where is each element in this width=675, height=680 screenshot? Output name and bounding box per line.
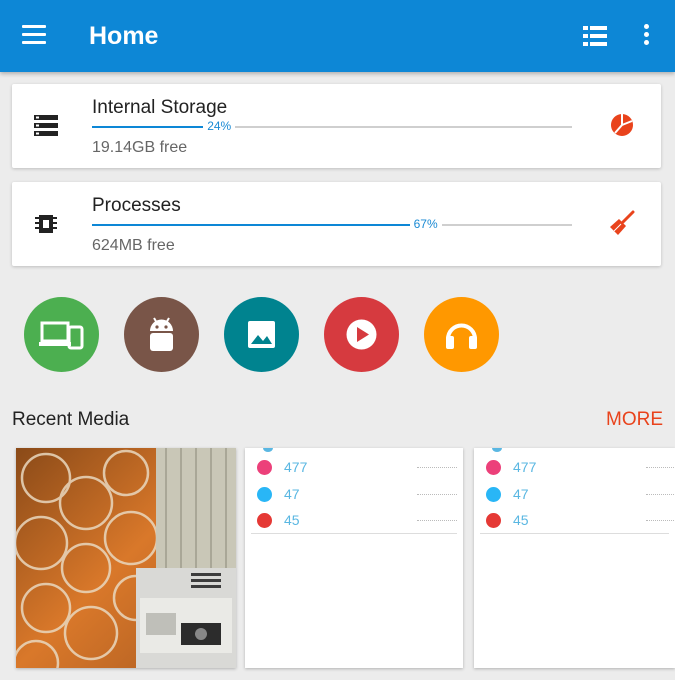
- devices-shortcut[interactable]: [24, 297, 99, 372]
- stat-value: 477: [284, 459, 308, 475]
- list-view-icon[interactable]: [583, 26, 607, 46]
- storage-label: Internal Storage: [92, 97, 228, 118]
- devices-icon: [39, 321, 84, 350]
- audio-shortcut[interactable]: [424, 297, 499, 372]
- android-icon: [150, 317, 173, 351]
- stat-value: 45: [284, 512, 300, 528]
- hamburger-menu-icon[interactable]: [22, 25, 48, 47]
- red-badge-icon: [486, 513, 501, 528]
- cpu-chip-icon: [35, 215, 57, 233]
- app-bar: Home: [0, 0, 675, 72]
- clean-broom-icon[interactable]: [609, 210, 635, 236]
- stat-value: 47: [513, 486, 529, 502]
- home-badge-icon: [257, 487, 272, 502]
- more-link[interactable]: MORE: [606, 409, 663, 431]
- video-play-icon: [346, 319, 377, 350]
- pie-chart-icon[interactable]: [609, 112, 635, 138]
- processes-card[interactable]: Processes 67% 624MB free: [12, 182, 661, 266]
- pink-badge-icon: [257, 460, 272, 475]
- image-icon: [248, 321, 275, 348]
- storage-free: 19.14GB free: [92, 139, 188, 156]
- stat-value: 47: [284, 486, 300, 502]
- more-vert-icon[interactable]: [640, 24, 652, 50]
- recent-media-card[interactable]: 477 47 45: [245, 448, 463, 668]
- processes-progress-bar: 67%: [92, 216, 572, 232]
- red-badge-icon: [257, 513, 272, 528]
- recent-media-card[interactable]: 477 47 45: [474, 448, 675, 668]
- home-badge-icon: [486, 487, 501, 502]
- recent-photo-thumbnail[interactable]: [16, 448, 236, 668]
- android-shortcut[interactable]: [124, 297, 199, 372]
- storage-percent: 24%: [203, 118, 236, 134]
- recent-media-title: Recent Media: [12, 409, 130, 430]
- processes-percent: 67%: [409, 216, 442, 232]
- storage-icon: [34, 115, 58, 136]
- page-title: Home: [89, 22, 159, 50]
- stat-value: 477: [513, 459, 537, 475]
- video-shortcut[interactable]: [324, 297, 399, 372]
- processes-free: 624MB free: [92, 237, 175, 254]
- stat-value: 45: [513, 512, 529, 528]
- image-shortcut[interactable]: [224, 297, 299, 372]
- storage-progress-bar: 24%: [92, 118, 572, 134]
- processes-label: Processes: [92, 195, 181, 216]
- pink-badge-icon: [486, 460, 501, 475]
- internal-storage-card[interactable]: Internal Storage 24% 19.14GB free: [12, 84, 661, 168]
- headphones-icon: [446, 323, 477, 349]
